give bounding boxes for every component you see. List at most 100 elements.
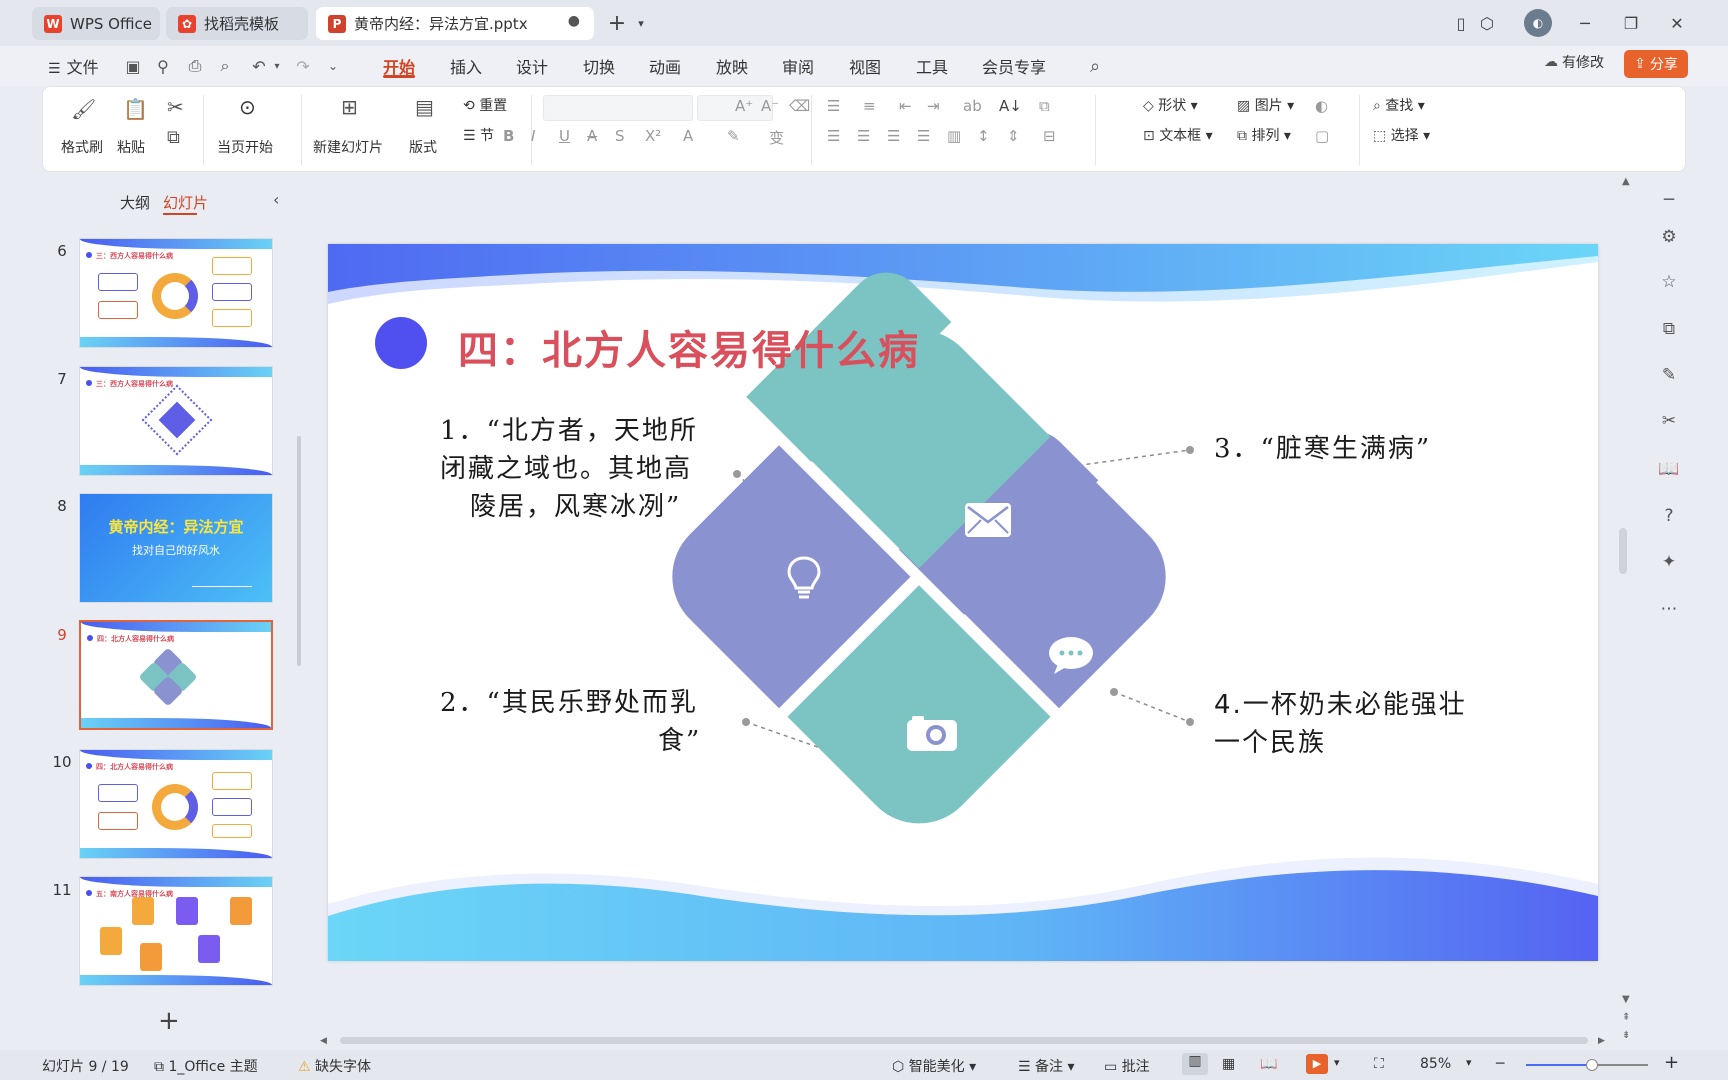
phonetic-icon[interactable]: 变 bbox=[769, 127, 784, 148]
redo-icon[interactable]: ↷ bbox=[292, 55, 314, 77]
convert-smartart-icon[interactable]: ⧉ bbox=[1039, 97, 1050, 115]
columns-icon[interactable]: ▥ bbox=[947, 127, 961, 145]
link-icon[interactable]: ⚲ bbox=[152, 55, 174, 77]
play-from-current-button[interactable]: 当页开始 bbox=[217, 137, 273, 157]
share-button[interactable]: ⇪ 分享 bbox=[1624, 50, 1688, 78]
restore-icon[interactable]: ❐ bbox=[1618, 10, 1644, 36]
copy-icon[interactable]: ⧉ bbox=[167, 127, 180, 148]
search-icon[interactable]: ⌕ bbox=[1084, 55, 1106, 77]
font-family-select[interactable] bbox=[543, 95, 693, 121]
new-tab-icon[interactable]: + bbox=[604, 10, 630, 36]
zoom-in-icon[interactable]: + bbox=[1664, 1052, 1679, 1073]
zoom-slider-thumb[interactable] bbox=[1585, 1059, 1598, 1071]
menu-transition[interactable]: 切换 bbox=[583, 54, 615, 78]
clear-format-icon[interactable]: ⌫ bbox=[789, 97, 810, 115]
slideshow-dropdown-icon[interactable]: ▾ bbox=[1334, 1056, 1340, 1069]
close-icon[interactable]: ✕ bbox=[1664, 10, 1690, 36]
arrange-button[interactable]: ⧉ 排列 ▾ bbox=[1237, 125, 1291, 145]
tab-wps-office[interactable]: W WPS Office bbox=[32, 7, 160, 40]
menu-review[interactable]: 审阅 bbox=[782, 54, 814, 78]
play-from-current-icon[interactable]: ⊙ bbox=[239, 95, 256, 119]
italic-icon[interactable]: I bbox=[531, 127, 535, 145]
scroll-right-icon[interactable]: ▶ bbox=[1598, 1036, 1605, 1046]
design-icon[interactable]: ✎ bbox=[1658, 364, 1680, 386]
star-icon[interactable]: ☆ bbox=[1658, 271, 1680, 293]
text-direction-icon[interactable]: ab bbox=[963, 97, 982, 115]
cube-icon[interactable]: ⬡ bbox=[1474, 10, 1500, 36]
normal-view-icon[interactable]: ▥ bbox=[1182, 1053, 1208, 1075]
section-button[interactable]: ☰ 节 bbox=[463, 125, 494, 145]
layout-button[interactable]: 版式 bbox=[409, 137, 437, 157]
format-painter-button[interactable]: 格式刷 bbox=[61, 137, 103, 157]
menu-slideshow[interactable]: 放映 bbox=[716, 54, 748, 78]
item-4-text[interactable]: 4.一杯奶未必能强壮 一个民族 bbox=[1214, 686, 1467, 762]
font-color-icon[interactable]: A bbox=[683, 127, 693, 145]
slide-title[interactable]: 四：北方人容易得什么病 bbox=[458, 318, 920, 376]
print-icon[interactable]: ⎙ bbox=[184, 55, 206, 77]
grow-font-icon[interactable]: A⁺ bbox=[735, 97, 753, 115]
smart-beautify-button[interactable]: ⬡ 智能美化 ▾ bbox=[892, 1056, 976, 1076]
bold-icon[interactable]: B bbox=[503, 127, 514, 145]
slide-layout-icon[interactable]: ⧉ bbox=[1658, 318, 1680, 340]
layout-icon[interactable]: ▤ bbox=[415, 95, 434, 119]
prev-slide-icon[interactable]: ⇞ bbox=[1622, 1012, 1630, 1023]
collapse-panel-icon[interactable]: ‹ bbox=[273, 190, 279, 209]
sort-icon[interactable]: A↓ bbox=[999, 97, 1022, 115]
menu-tools[interactable]: 工具 bbox=[916, 54, 948, 78]
scroll-up-icon[interactable]: ▲ bbox=[1622, 176, 1630, 187]
undo-dropdown-icon[interactable]: ▾ bbox=[266, 55, 288, 77]
select-button[interactable]: ⬚ 选择 ▾ bbox=[1373, 125, 1430, 145]
reading-view-icon[interactable]: 📖 bbox=[1260, 1056, 1277, 1072]
item-1-text[interactable]: 1．“北方者，天地所 闭藏之域也。其地高 陵居，风寒冰冽” bbox=[440, 412, 698, 526]
scroll-left-icon[interactable]: ◀ bbox=[320, 1036, 327, 1046]
increase-indent-icon[interactable]: ⇥ bbox=[927, 97, 940, 115]
chevron-down-icon[interactable]: ▾ bbox=[628, 10, 654, 36]
new-slide-icon[interactable]: ⊞ bbox=[341, 95, 358, 119]
textbox-button[interactable]: ⊡ 文本框 ▾ bbox=[1143, 125, 1213, 145]
underline-icon[interactable]: U bbox=[559, 127, 570, 145]
menu-view[interactable]: 视图 bbox=[849, 54, 881, 78]
item-2-text[interactable]: 2．“其民乐野处而乳 食” bbox=[440, 684, 701, 760]
avatar[interactable]: ◐ bbox=[1524, 9, 1552, 37]
tab-slides[interactable]: 幻灯片 bbox=[163, 192, 208, 213]
save-icon[interactable]: ▣ bbox=[122, 55, 144, 77]
tab-docer[interactable]: ✿ 找稻壳模板 bbox=[166, 7, 308, 40]
play-slideshow-icon[interactable]: ▶ bbox=[1306, 1054, 1328, 1074]
collapse-sidebar-icon[interactable]: ─ bbox=[1658, 189, 1680, 211]
paragraph-spacing-icon[interactable]: ⇕ bbox=[1007, 127, 1020, 145]
zoom-slider[interactable] bbox=[1526, 1059, 1648, 1071]
zoom-out-icon[interactable]: ─ bbox=[1496, 1056, 1504, 1072]
backup-icon[interactable]: ✦ bbox=[1658, 551, 1680, 573]
missing-font-warning[interactable]: ⚠ 缺失字体 bbox=[298, 1056, 371, 1076]
properties-icon[interactable]: ⚙ bbox=[1658, 226, 1680, 248]
fill-icon[interactable]: ◐ bbox=[1315, 97, 1328, 115]
zoom-dropdown-icon[interactable]: ▾ bbox=[1466, 1056, 1472, 1069]
shape-button[interactable]: ◇ 形状 ▾ bbox=[1143, 95, 1198, 115]
outline-icon[interactable]: ▢ bbox=[1315, 127, 1329, 145]
more-icon[interactable]: ⋯ bbox=[1658, 598, 1680, 620]
layout-icon[interactable]: ▯ bbox=[1448, 10, 1474, 36]
slide-thumbnail-11[interactable]: 五：南方人容易得什么病 bbox=[79, 876, 273, 986]
slide-thumbnail-8[interactable]: 黄帝内经：异法方宜 找对自己的好风水 bbox=[79, 493, 273, 603]
tools-icon[interactable]: ✂ bbox=[1658, 410, 1680, 432]
picture-button[interactable]: ▨ 图片 ▾ bbox=[1237, 95, 1294, 115]
reset-button[interactable]: ⟲ 重置 bbox=[463, 95, 507, 115]
modify-status[interactable]: ☁ 有修改 bbox=[1544, 52, 1604, 72]
new-slide-button[interactable]: 新建幻灯片 bbox=[313, 137, 383, 157]
comments-button[interactable]: ▭ 批注 bbox=[1104, 1056, 1150, 1076]
justify-icon[interactable]: ☰ bbox=[917, 127, 930, 145]
find-button[interactable]: ⌕ 查找 ▾ bbox=[1373, 95, 1425, 115]
scroll-down-icon[interactable]: ▼ bbox=[1622, 994, 1630, 1005]
tab-outline[interactable]: 大纲 bbox=[120, 192, 150, 213]
align-left-icon[interactable]: ☰ bbox=[827, 127, 840, 145]
panel-scrollbar[interactable] bbox=[297, 436, 301, 666]
slide-thumbnail-9[interactable]: 四：北方人容易得什么病 bbox=[79, 620, 273, 730]
align-center-icon[interactable]: ☰ bbox=[857, 127, 870, 145]
theme-name[interactable]: ⧉ 1_Office 主题 bbox=[154, 1056, 258, 1076]
superscript-icon[interactable]: X² bbox=[645, 127, 661, 145]
format-painter-icon[interactable]: 🖌 bbox=[71, 97, 96, 121]
strikethrough-icon[interactable]: A bbox=[587, 127, 597, 145]
slide-thumbnail-10[interactable]: 四：北方人容易得什么病 bbox=[79, 749, 273, 859]
paste-button[interactable]: 粘贴 bbox=[117, 137, 145, 157]
fit-window-icon[interactable]: ⛶ bbox=[1374, 1056, 1384, 1072]
